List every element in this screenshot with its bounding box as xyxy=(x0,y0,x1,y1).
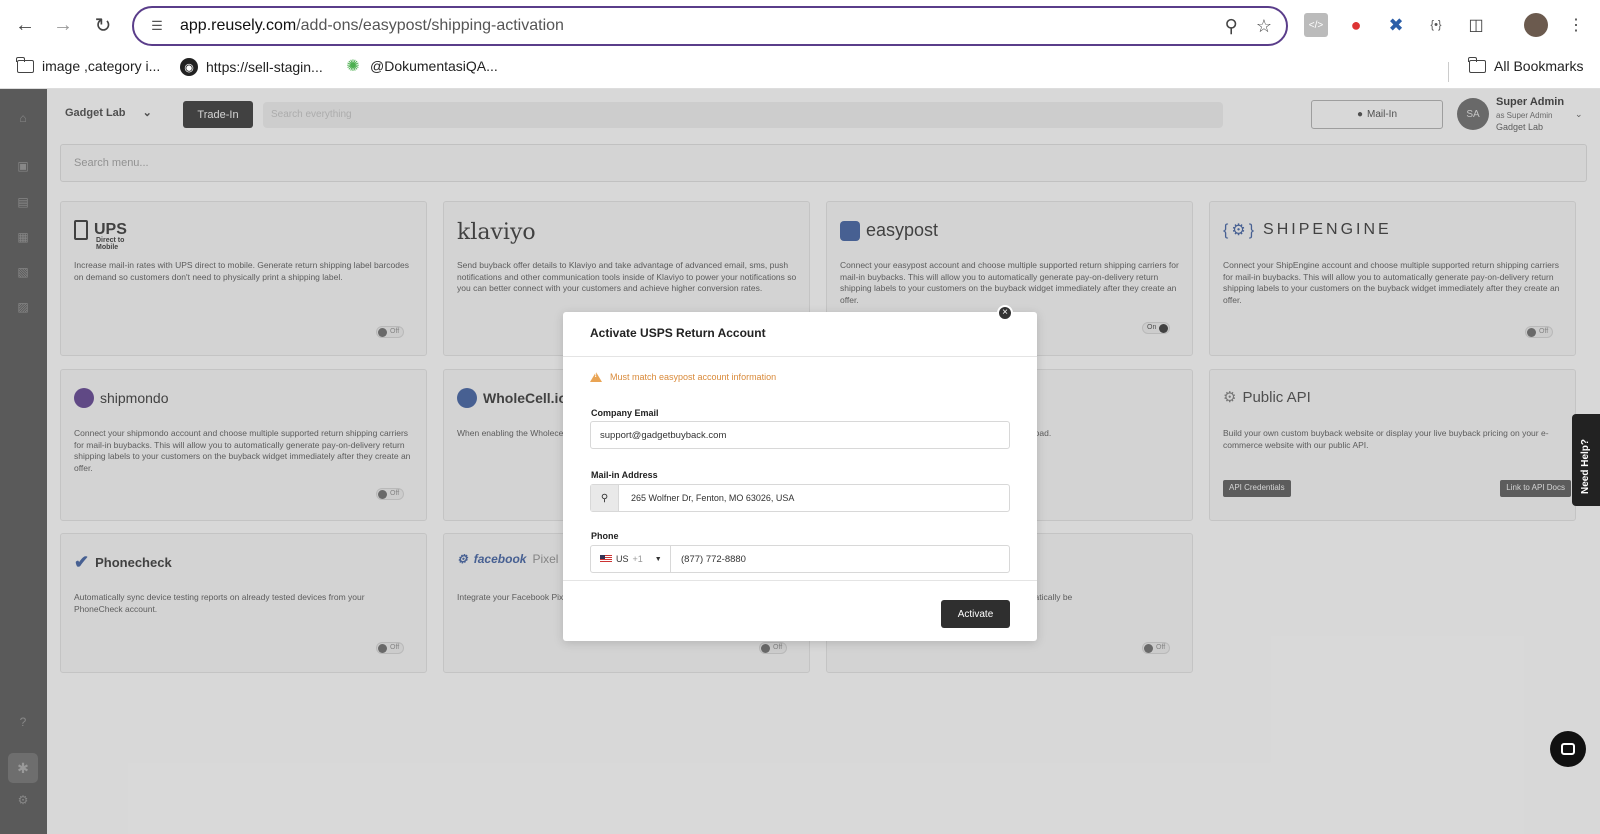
extension-red-icon[interactable]: ● xyxy=(1344,13,1368,37)
profile-avatar-icon[interactable] xyxy=(1524,13,1548,37)
orders-icon[interactable]: ▧ xyxy=(14,263,32,281)
bookmark-item[interactable]: image ,category i... xyxy=(15,56,161,74)
chevron-down-icon: ▼ xyxy=(654,555,662,563)
country-code-select[interactable]: US +1 ▼ xyxy=(591,546,671,572)
close-icon[interactable]: × xyxy=(997,305,1013,321)
bookmarks-bar: image ,category i... ◉ https://sell-stag… xyxy=(0,54,1600,88)
phone-field[interactable]: US +1 ▼ (877) 772-8880 xyxy=(590,545,1010,573)
activate-button[interactable]: Activate xyxy=(941,600,1010,628)
warning-icon xyxy=(590,372,602,382)
leaf-icon: ✺ xyxy=(346,58,360,75)
bookmark-label: image ,category i... xyxy=(42,58,161,74)
forward-icon[interactable]: → xyxy=(50,12,76,38)
address-bar[interactable]: ☰ app.reusely.com/add-ons/easypost/shipp… xyxy=(132,6,1288,46)
site-settings-icon[interactable]: ☰ xyxy=(148,17,166,35)
box-icon[interactable]: ▨ xyxy=(14,298,32,316)
extension-json-icon[interactable]: {•} xyxy=(1424,13,1448,37)
warning-message: Must match easypost account information xyxy=(590,372,776,382)
settings-gear-icon[interactable]: ⚙ xyxy=(14,791,32,809)
analytics-icon[interactable]: ▤ xyxy=(14,193,32,211)
warning-text: Must match easypost account information xyxy=(610,372,777,382)
modal-footer-divider xyxy=(563,580,1037,581)
all-bookmarks-label: All Bookmarks xyxy=(1494,58,1584,74)
browser-chrome: ← → ↻ ☰ app.reusely.com/add-ons/easypost… xyxy=(0,0,1600,89)
need-help-label: Need Help? xyxy=(1580,438,1591,494)
modal-title: Activate USPS Return Account xyxy=(563,312,1037,357)
bookmark-star-icon[interactable]: ☆ xyxy=(1256,16,1272,37)
browser-menu-icon[interactable]: ⋮ xyxy=(1564,13,1588,37)
globe-icon: ◉ xyxy=(180,58,198,76)
activate-usps-modal: × Activate USPS Return Account Must matc… xyxy=(563,305,1037,641)
help-icon[interactable]: ? xyxy=(14,713,32,731)
need-help-tab[interactable]: Need Help? xyxy=(1572,414,1600,506)
address-field[interactable]: ⚲ 265 Wolfner Dr, Fenton, MO 63026, USA xyxy=(590,484,1010,512)
country-code: US xyxy=(616,554,629,564)
map-pin-icon: ⚲ xyxy=(591,485,619,511)
bookmark-label: https://sell-stagin... xyxy=(206,59,323,75)
extension-devtools-icon[interactable]: </> xyxy=(1304,13,1328,37)
phone-value: (877) 772-8880 xyxy=(681,553,746,565)
bookmark-item[interactable]: ◉ https://sell-stagin... xyxy=(180,58,323,76)
back-icon[interactable]: ← xyxy=(12,12,38,38)
address-label: Mail-in Address xyxy=(591,470,658,480)
url-path: /add-ons/easypost/shipping-activation xyxy=(296,17,564,34)
sidebar: ⌂ ▣ ▤ ▦ ▧ ▨ ? ✱ ⚙ xyxy=(0,89,47,834)
address-value: 265 Wolfner Dr, Fenton, MO 63026, USA xyxy=(631,493,795,503)
dial-code: +1 xyxy=(632,554,643,564)
chat-launcher-icon[interactable] xyxy=(1550,731,1586,767)
cart-icon[interactable]: ▣ xyxy=(14,157,32,175)
bookmarks-divider xyxy=(1448,62,1449,82)
all-bookmarks[interactable]: All Bookmarks xyxy=(1467,56,1584,74)
url-host: app.reusely.com xyxy=(180,17,297,34)
folder-icon xyxy=(1467,56,1486,74)
phone-label: Phone xyxy=(591,531,619,541)
reload-icon[interactable]: ↻ xyxy=(90,12,116,38)
us-flag-icon xyxy=(600,555,612,563)
extensions-puzzle-icon[interactable]: ◫ xyxy=(1464,13,1488,37)
home-icon[interactable]: ⌂ xyxy=(14,109,32,127)
bookmark-label: @DokumentasiQA... xyxy=(370,58,498,74)
email-label: Company Email xyxy=(591,408,659,418)
addons-puzzle-icon[interactable]: ✱ xyxy=(8,753,38,783)
chart-icon[interactable]: ▦ xyxy=(14,228,32,246)
zoom-icon[interactable]: ⚲ xyxy=(1225,16,1238,37)
bookmark-item[interactable]: ✺ @DokumentasiQA... xyxy=(344,58,498,75)
email-field[interactable]: support@gadgetbuyback.com xyxy=(590,421,1010,449)
folder-icon xyxy=(15,56,34,74)
extension-x-icon[interactable]: ✖ xyxy=(1384,13,1408,37)
